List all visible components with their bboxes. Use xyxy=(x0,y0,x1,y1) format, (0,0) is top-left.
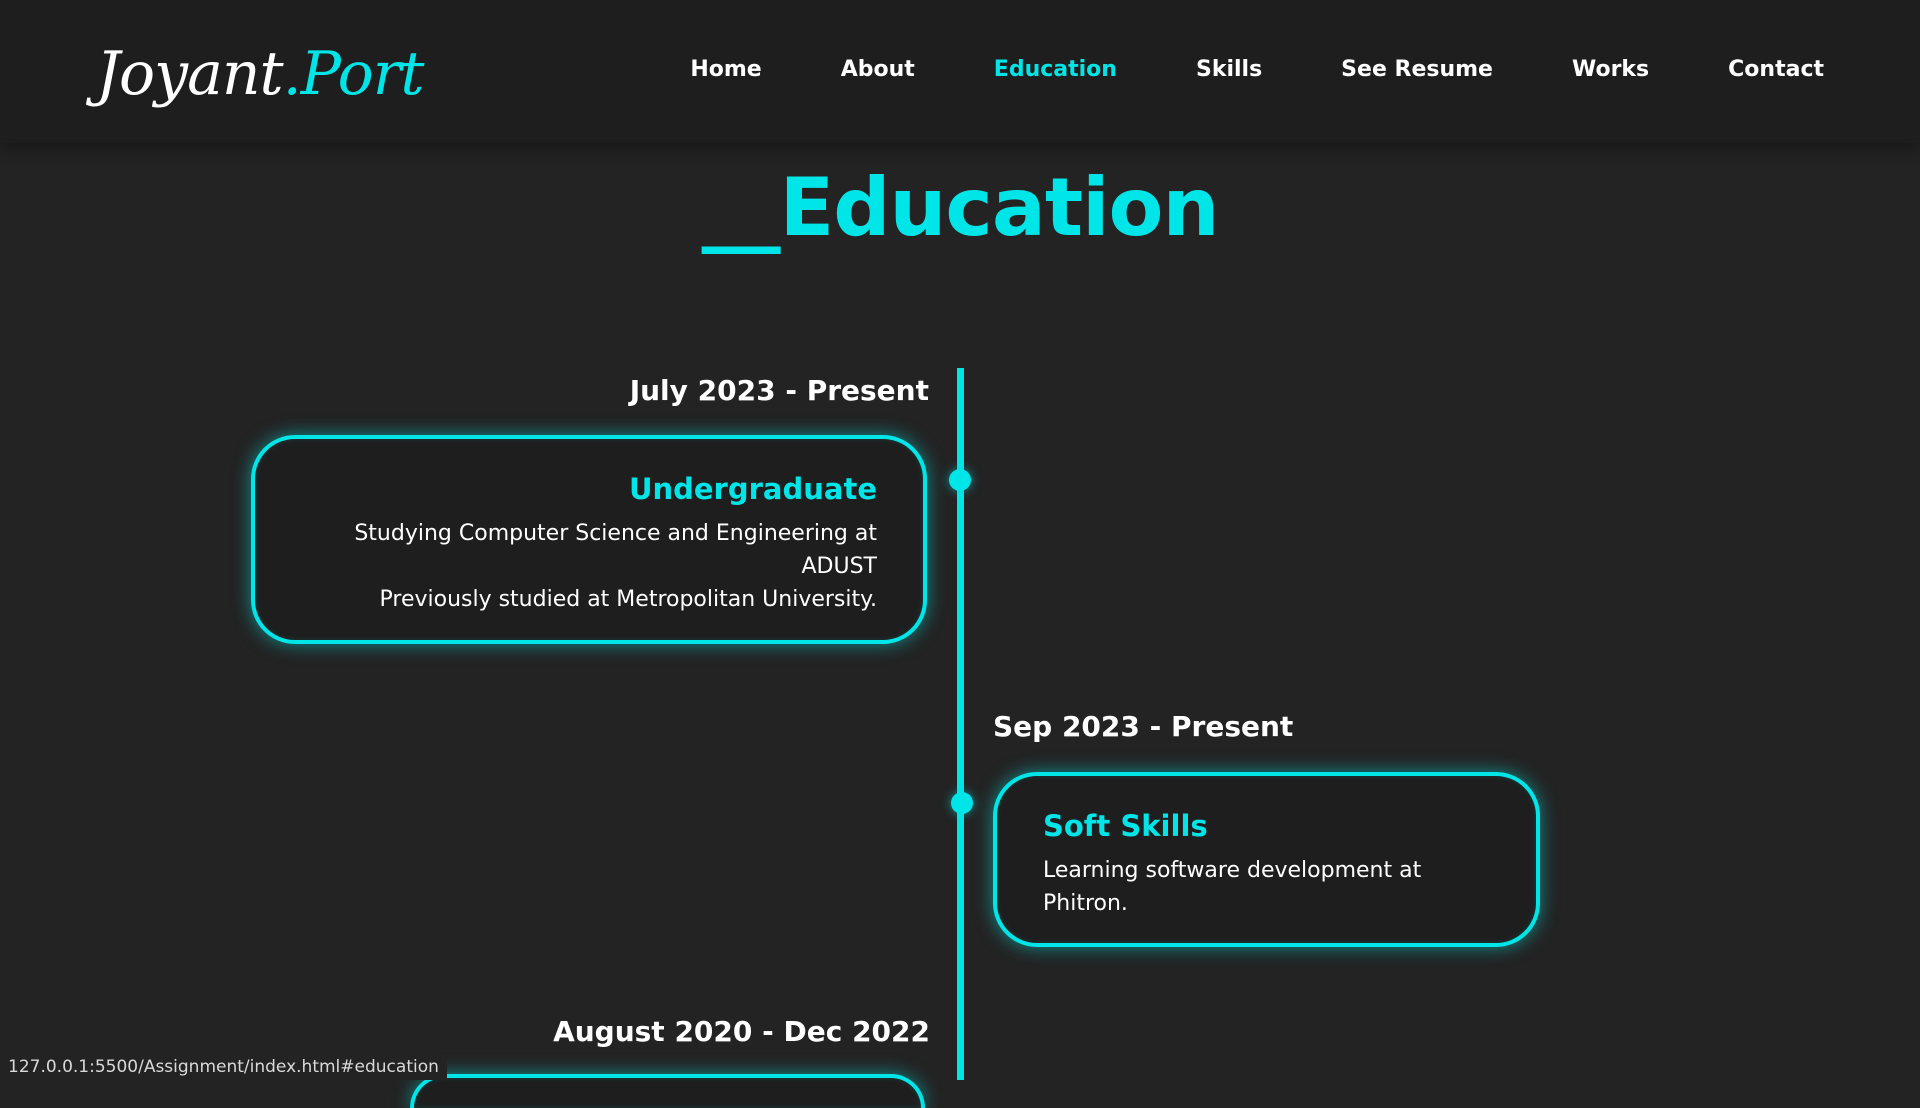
section-title: __Education xyxy=(0,158,1920,258)
nav-link-contact[interactable]: Contact xyxy=(1728,52,1824,88)
status-bar-url: 127.0.0.1:5500/Assignment/index.html#edu… xyxy=(0,1054,447,1080)
timeline-card-3 xyxy=(410,1074,925,1108)
card-description: Learning software development at Phitron… xyxy=(1043,854,1490,920)
timeline-dot-1 xyxy=(949,469,971,491)
timeline-date-1: July 2023 - Present xyxy=(630,371,929,411)
nav-link-education[interactable]: Education xyxy=(994,52,1117,88)
card-description: Studying Computer Science and Engineerin… xyxy=(301,517,877,616)
main-nav: Home About Education Skills See Resume W… xyxy=(611,52,1824,88)
timeline-date-2: Sep 2023 - Present xyxy=(993,707,1293,747)
timeline-dot-2 xyxy=(951,792,973,814)
card-title: Undergraduate xyxy=(301,469,877,509)
nav-link-home[interactable]: Home xyxy=(690,52,761,88)
nav-link-skills[interactable]: Skills xyxy=(1196,52,1262,88)
nav-link-works[interactable]: Works xyxy=(1572,52,1649,88)
card-title: Soft Skills xyxy=(1043,806,1490,846)
timeline-card-soft-skills: Soft Skills Learning software developmen… xyxy=(993,772,1540,947)
site-logo[interactable]: Joyant.Port xyxy=(96,36,424,112)
timeline-date-3: August 2020 - Dec 2022 xyxy=(553,1012,930,1052)
card-line: Learning software development at Phitron… xyxy=(1043,854,1490,920)
logo-suffix: .Port xyxy=(283,39,424,109)
card-line: Previously studied at Metropolitan Unive… xyxy=(301,583,877,616)
nav-link-see-resume[interactable]: See Resume xyxy=(1341,52,1493,88)
card-line: Studying Computer Science and Engineerin… xyxy=(301,517,877,583)
logo-name: Joyant xyxy=(96,39,283,109)
navbar: Joyant.Port Home About Education Skills … xyxy=(0,0,1920,143)
nav-link-about[interactable]: About xyxy=(841,52,915,88)
timeline-card-undergraduate: Undergraduate Studying Computer Science … xyxy=(251,435,927,644)
